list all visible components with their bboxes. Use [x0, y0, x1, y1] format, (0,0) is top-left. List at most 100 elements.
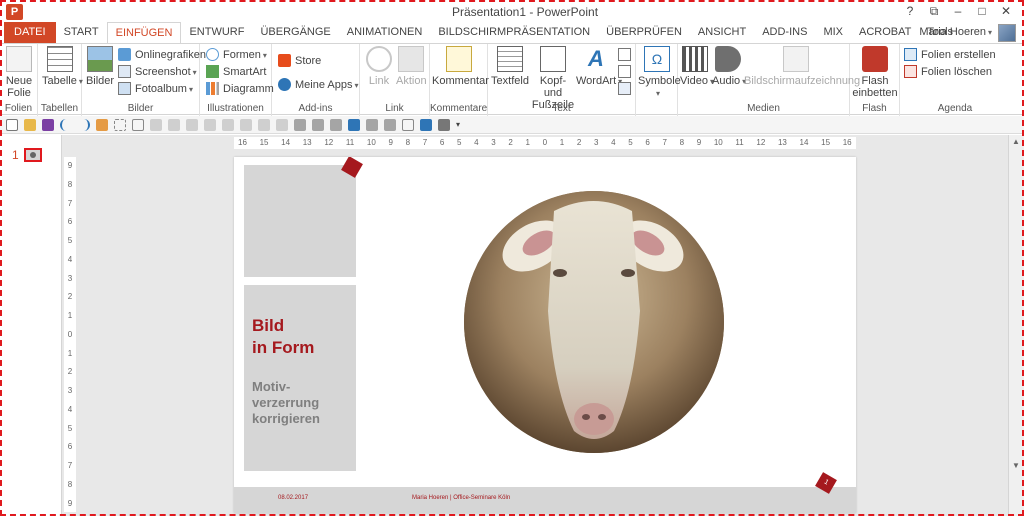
slide-heading[interactable]: Bild in Form — [252, 315, 314, 359]
sheep-picture-circle[interactable] — [464, 191, 724, 453]
maximize-button[interactable]: □ — [972, 2, 992, 20]
link-button[interactable]: Link — [364, 46, 394, 87]
textfeld-button[interactable]: Textfeld — [490, 46, 530, 87]
onlinegrafiken-button[interactable]: Onlinegrafiken — [118, 48, 206, 61]
user-account[interactable]: Maria Hoeren — [919, 22, 1016, 43]
undo-icon[interactable] — [60, 118, 72, 131]
gray-text-panel[interactable] — [244, 285, 356, 471]
ruler-tick-label: 13 — [302, 138, 312, 147]
formen-button[interactable]: Formen — [206, 48, 267, 61]
kommentar-button[interactable]: Kommentar — [432, 46, 489, 87]
rotate-icon[interactable] — [150, 118, 162, 131]
scroll-up-arrow-icon[interactable]: ▲ — [1012, 137, 1020, 146]
symbole-dropdown-arrow[interactable] — [638, 87, 676, 100]
help-button[interactable]: ? — [900, 2, 920, 20]
tab-ansicht[interactable]: ANSICHT — [690, 22, 754, 44]
footer-date[interactable]: 08.02.2017 — [278, 495, 308, 501]
smartart-button[interactable]: SmartArt — [206, 65, 266, 78]
gray-placeholder-top[interactable] — [244, 165, 356, 277]
group-medien: Video Audio Bildschirmaufzeichnung Medie… — [678, 44, 860, 116]
slide-thumbnail-1[interactable] — [24, 148, 42, 162]
tab-uebergaenge[interactable]: ÜBERGÄNGE — [252, 22, 338, 44]
user-name[interactable]: Maria Hoeren — [919, 22, 992, 43]
date-time-button[interactable] — [618, 48, 631, 61]
distribute-icon[interactable] — [276, 118, 288, 131]
footer-text[interactable]: Maria Hoeren | Office-Seminare Köln — [412, 495, 510, 501]
screenshot-button[interactable]: Screenshot — [118, 65, 197, 78]
ruler-tick-label: 15 — [821, 138, 831, 147]
presenter-view-icon[interactable] — [420, 118, 432, 131]
slide-view-icon[interactable] — [402, 118, 414, 131]
bilder-button[interactable]: Bilder — [85, 46, 115, 87]
customize-toolbar-icon[interactable]: ▾ — [456, 119, 468, 131]
color-picker-icon[interactable] — [312, 118, 324, 131]
flash-einbetten-button[interactable]: Flash einbetten — [852, 46, 898, 99]
tab-mix[interactable]: MIX — [815, 22, 851, 44]
slide-subheading[interactable]: Motiv- verzerrung korrigieren — [252, 379, 320, 427]
close-button[interactable]: ✕ — [996, 2, 1016, 20]
tab-ueberpruefen[interactable]: ÜBERPRÜFEN — [598, 22, 690, 44]
meine-apps-button[interactable]: Meine Apps — [278, 78, 359, 91]
symbole-button[interactable]: Ω Symbole — [638, 46, 681, 100]
tab-datei[interactable]: DATEI — [4, 22, 56, 44]
pointer-icon[interactable] — [438, 118, 450, 131]
redo-icon[interactable] — [78, 118, 90, 131]
slide-canvas[interactable]: Bild in Form Motiv- verzerrung korrigier… — [234, 157, 856, 513]
window-controls: ? ⧉ – □ ✕ — [900, 2, 1016, 20]
ribbon-display-options-button[interactable]: ⧉ — [924, 2, 944, 20]
open-folder-icon[interactable] — [24, 118, 36, 131]
align-middle-icon[interactable] — [240, 118, 252, 131]
folien-erstellen-button[interactable]: Folien erstellen — [904, 48, 996, 61]
tab-einfuegen[interactable]: EINFÜGEN — [106, 22, 182, 44]
arrange-icon[interactable] — [132, 118, 144, 131]
vertical-scrollbar[interactable]: ▲ ▼ — [1008, 135, 1024, 516]
tab-entwurf[interactable]: ENTWURF — [181, 22, 252, 44]
sparkle-icon[interactable] — [384, 118, 396, 131]
shapes-toolbar-icon[interactable] — [96, 118, 108, 131]
tab-start[interactable]: START — [56, 22, 107, 44]
object-button[interactable] — [618, 82, 631, 95]
fotoalbum-button[interactable]: Fotoalbum — [118, 82, 193, 95]
slide-workspace: 16 15 14 13 12 11 10 9 8 7 6 5 4 3 2 1 0 1 2 3 4 5 6 7 8 9 10 11 12 1… — [62, 135, 1008, 516]
audio-button[interactable]: Audio — [712, 46, 746, 88]
video-button[interactable]: Video — [680, 46, 714, 88]
aktion-button[interactable]: Aktion — [396, 46, 427, 87]
tab-add-ins[interactable]: ADD-INS — [754, 22, 815, 44]
align-top-icon[interactable] — [222, 118, 234, 131]
ruler-tick-label: 1 — [525, 138, 530, 147]
effects-icon[interactable] — [366, 118, 378, 131]
scroll-down-arrow-icon[interactable]: ▼ — [1012, 461, 1020, 470]
tab-animationen[interactable]: ANIMATIONEN — [339, 22, 431, 44]
ruler-tick-label: 4 — [611, 138, 616, 147]
bildschirmaufzeichnung-button[interactable]: Bildschirmaufzeichnung — [744, 46, 860, 87]
group-link: Link Aktion Link — [360, 44, 430, 116]
folien-loeschen-button[interactable]: Folien löschen — [904, 65, 992, 78]
diagramm-button[interactable]: Diagramm — [206, 82, 274, 95]
tab-bildschirmpraesentation[interactable]: BILDSCHIRMPRÄSENTATION — [430, 22, 598, 44]
align-center-icon[interactable] — [186, 118, 198, 131]
align-right-icon[interactable] — [204, 118, 216, 131]
save-icon[interactable] — [42, 118, 54, 131]
group-objects-icon[interactable] — [114, 118, 126, 131]
slide-number-button[interactable] — [618, 65, 631, 78]
thumbnail-dot-icon — [30, 152, 36, 158]
vertical-ruler: 9 8 7 6 5 4 3 2 1 0 1 2 3 4 5 6 7 8 9 — [64, 157, 76, 512]
tab-acrobat[interactable]: ACROBAT — [851, 22, 919, 44]
neue-folie-button[interactable]: Neue Folie — [3, 46, 35, 99]
wordart-button[interactable]: A WordArt — [576, 46, 622, 88]
slide-thumbnail-pane: 1 — [0, 135, 62, 516]
align-bottom-icon[interactable] — [258, 118, 270, 131]
ruler-tick-label: 3 — [491, 138, 496, 147]
tabelle-button[interactable]: Tabelle — [42, 46, 83, 88]
align-left-icon[interactable] — [168, 118, 180, 131]
new-document-icon[interactable] — [6, 118, 18, 131]
ruler-tick-label: 10 — [366, 138, 376, 147]
eyedropper-icon[interactable] — [294, 118, 306, 131]
store-button[interactable]: Store — [278, 54, 321, 67]
avatar[interactable] — [998, 23, 1016, 42]
action-star-icon — [398, 46, 424, 72]
minimize-button[interactable]: – — [948, 2, 968, 20]
animation-icon[interactable] — [348, 118, 360, 131]
format-painter-icon[interactable] — [330, 118, 342, 131]
kopf-und-fusszeile-button[interactable]: Kopf- und Fußzeile — [530, 46, 576, 111]
